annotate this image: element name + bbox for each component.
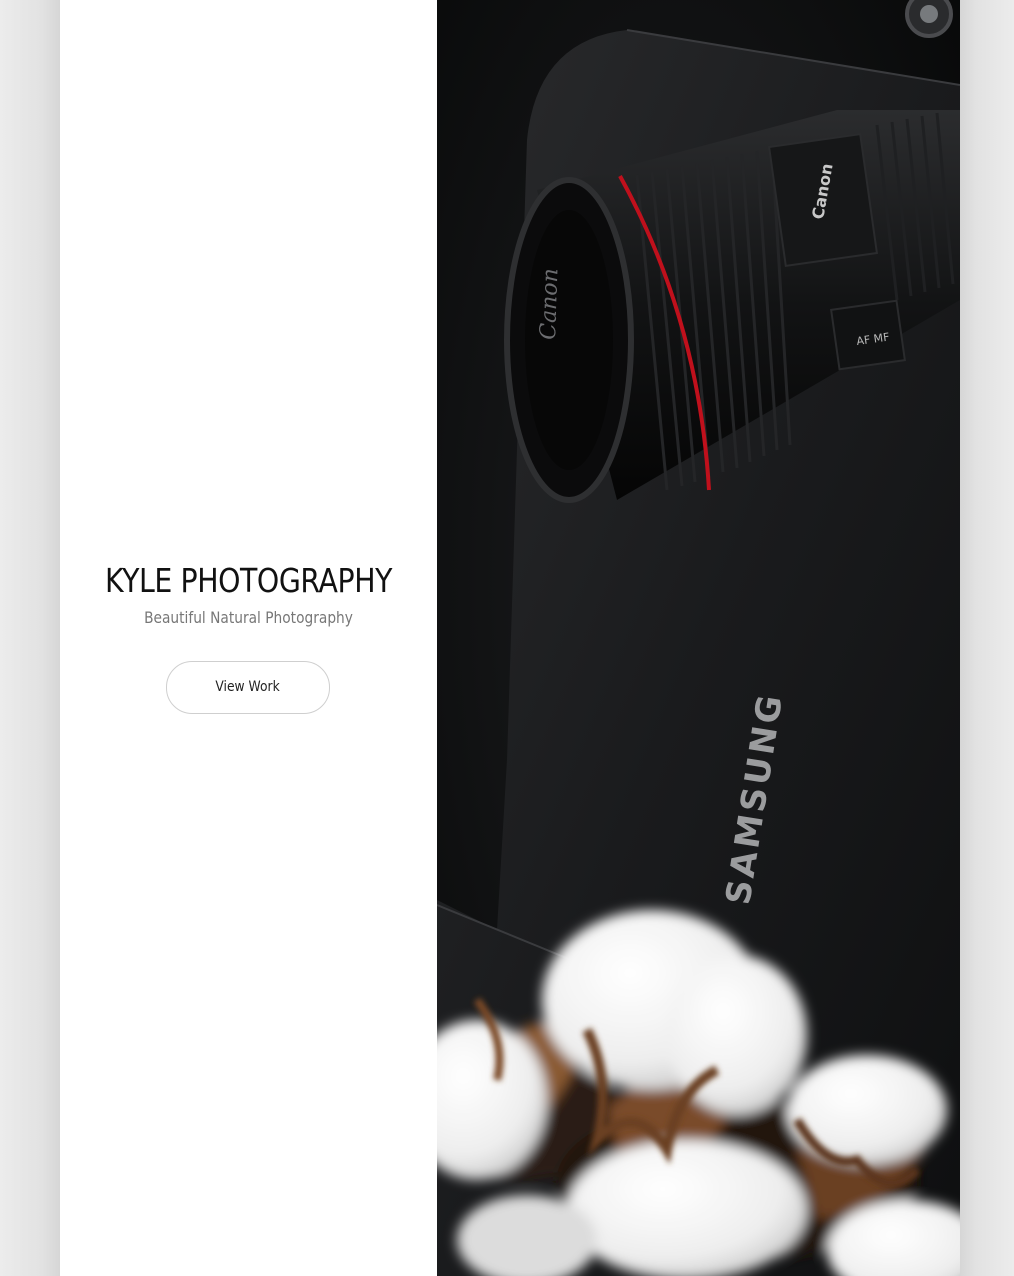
hero-heading-group: KYLE PHOTOGRAPHY Beautiful Natural Photo… — [60, 556, 437, 630]
site-title: KYLE PHOTOGRAPHY — [104, 561, 393, 600]
lens-cap-logo: Canon — [536, 268, 563, 340]
hero-photo: SAMSUNG Canon Canon AF MF — [437, 0, 960, 1276]
view-work-button[interactable]: View Work — [166, 661, 330, 714]
hero-text-panel: KYLE PHOTOGRAPHY Beautiful Natural Photo… — [60, 0, 437, 1276]
view-work-label: View Work — [215, 679, 281, 695]
page-gutter-left — [0, 0, 60, 1276]
camera-photo-illustration: SAMSUNG Canon Canon AF MF — [437, 0, 960, 1276]
page-gutter-right — [960, 0, 1014, 1276]
page-container: KYLE PHOTOGRAPHY Beautiful Natural Photo… — [60, 0, 960, 1276]
site-subtitle: Beautiful Natural Photography — [144, 608, 353, 627]
